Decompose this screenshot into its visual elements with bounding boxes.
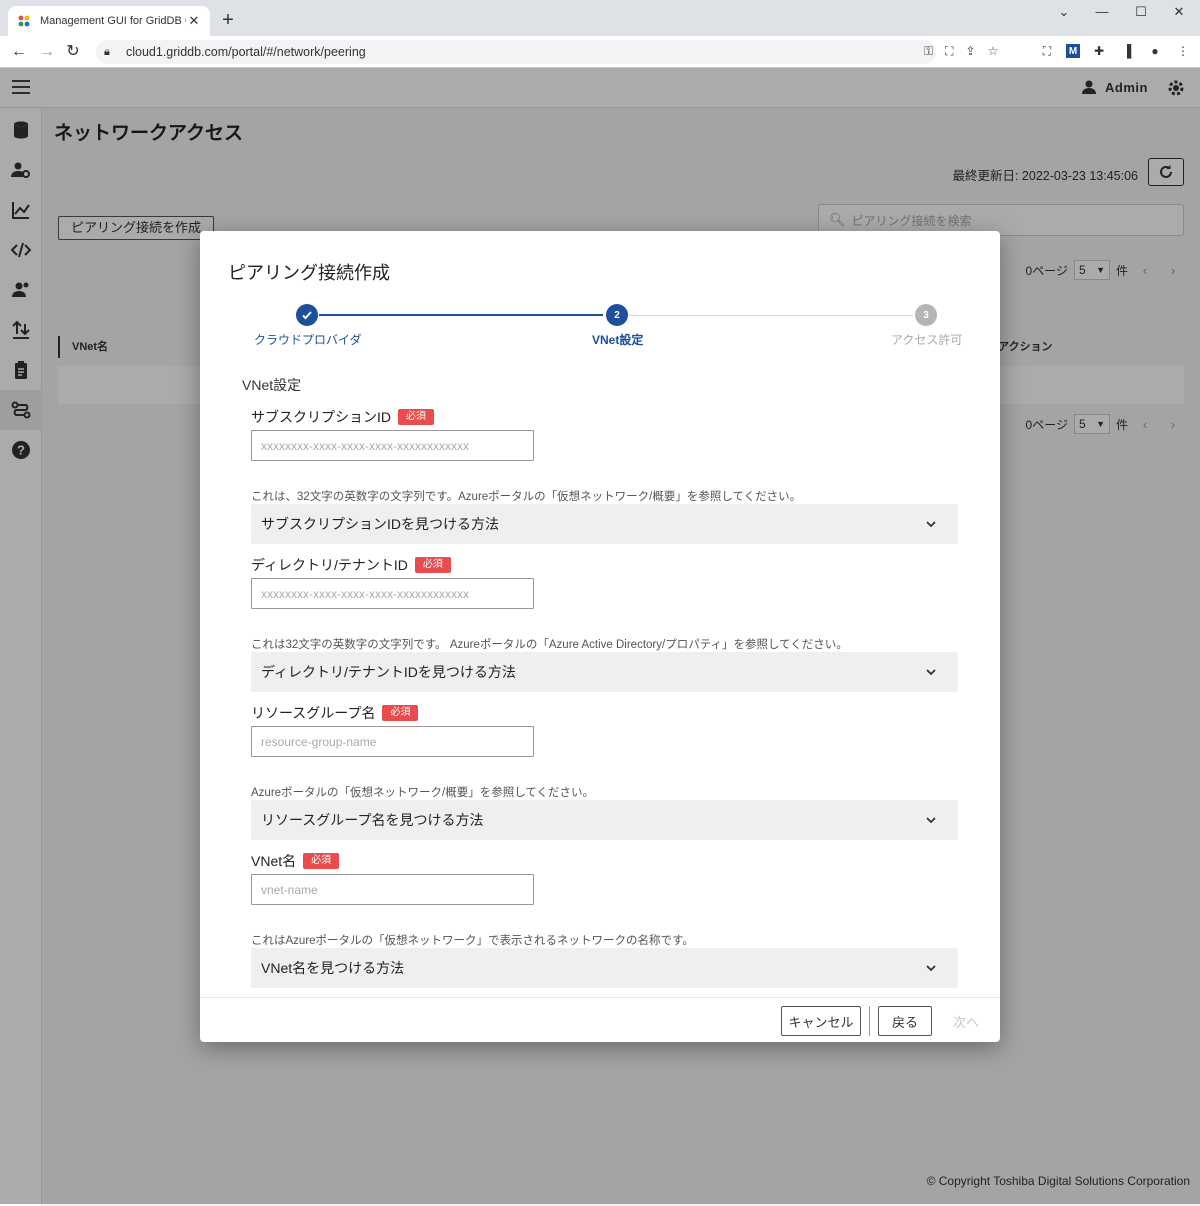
required-badge: 必須 [398, 409, 434, 425]
step-2-label: VNet設定 [592, 333, 644, 347]
button-divider [869, 1006, 870, 1036]
find-vnet-name-accordion[interactable]: VNet名を見つける方法 [251, 948, 958, 988]
browser-menu-icon[interactable]: ⋮ [1174, 42, 1192, 60]
dialog-body: VNet設定 サブスクリプションID必須 これは、32文字の英数字の文字列です。… [200, 371, 1000, 997]
next-button[interactable]: 次へ [945, 1006, 987, 1036]
resource-group-input[interactable] [251, 726, 534, 757]
step-3-label: アクセス許可 [891, 333, 963, 347]
step-connector-done [319, 314, 603, 316]
browser-tab-title: Management GUI for GridDB Clo [40, 15, 186, 27]
browser-toolbar: ← → ↻ 🔒︎ cloud1.griddb.com/portal/#/netw… [0, 36, 1200, 68]
forward-arrow-icon[interactable]: → [36, 41, 58, 63]
subscription-id-label: サブスクリプションID 必須 [251, 407, 434, 427]
extensions-puzzle-icon[interactable]: ✚ [1090, 42, 1108, 60]
find-subscription-id-accordion[interactable]: サブスクリプションIDを見つける方法 [251, 504, 958, 544]
section-title: VNet設定 [242, 377, 302, 393]
key-icon[interactable]: ⚿ [924, 44, 933, 59]
dialog-title: ピアリング接続作成 [228, 263, 390, 283]
back-button[interactable]: 戻る [878, 1006, 932, 1036]
resource-group-hint: Azureポータルの「仮想ネットワーク/概要」を参照してください。 [251, 787, 595, 799]
share-icon[interactable]: ⇪ [966, 44, 976, 59]
step-3-circle: 3 [915, 304, 937, 326]
browser-tab-strip: Management GUI for GridDB Clo ✕ + ⌄ — ☐ … [0, 0, 1200, 36]
chevron-down-icon [926, 817, 936, 824]
accordion-title: VNet名を見つける方法 [261, 960, 405, 976]
subscription-id-hint: これは、32文字の英数字の文字列です。Azureポータルの「仮想ネットワーク/概… [251, 491, 802, 503]
maximize-button[interactable]: ☐ [1127, 4, 1155, 24]
accordion-title: リソースグループ名を見つける方法 [261, 812, 484, 828]
vnet-name-label: VNet名 必須 [251, 851, 340, 871]
screenshot-extension-icon[interactable]: ⛶ [1038, 42, 1056, 60]
back-arrow-icon[interactable]: ← [8, 41, 30, 63]
step-1-label: クラウドプロバイダ [254, 333, 362, 347]
tenant-id-label: ディレクトリ/テナントID 必須 [251, 555, 451, 575]
url-text: cloud1.griddb.com/portal/#/network/peeri… [126, 45, 366, 59]
required-badge: 必須 [382, 705, 419, 721]
required-badge: 必須 [303, 853, 340, 869]
vnet-name-input[interactable] [251, 874, 534, 905]
browser-tab[interactable]: Management GUI for GridDB Clo ✕ [8, 6, 210, 36]
profile-icon[interactable]: ● [1146, 42, 1164, 60]
griddb-favicon-icon [16, 13, 32, 29]
minimize-button[interactable]: — [1088, 4, 1116, 24]
step-1-check-icon [296, 304, 318, 326]
resource-group-label: リソースグループ名 必須 [251, 703, 419, 723]
accordion-title: ディレクトリ/テナントIDを見つける方法 [261, 664, 516, 680]
lock-icon: 🔒︎ [104, 45, 110, 58]
address-bar[interactable]: 🔒︎ cloud1.griddb.com/portal/#/network/pe… [96, 40, 936, 64]
find-resource-group-accordion[interactable]: リソースグループ名を見つける方法 [251, 800, 958, 840]
close-window-button[interactable]: ✕ [1165, 4, 1193, 24]
chevron-down-icon [926, 521, 936, 528]
stepper: クラウドプロバイダ 2 VNet設定 3 アクセス許可 [200, 301, 1000, 351]
accordion-title: サブスクリプションIDを見つける方法 [261, 516, 499, 532]
dialog-actions: キャンセル 戻る 次へ [200, 997, 1000, 1042]
tab-search-icon[interactable]: ⌄ [1050, 4, 1078, 24]
bookmark-star-icon[interactable]: ☆ [988, 44, 999, 59]
chevron-down-icon [926, 965, 936, 972]
find-tenant-id-accordion[interactable]: ディレクトリ/テナントIDを見つける方法 [251, 652, 958, 692]
reload-icon[interactable]: ↻ [62, 41, 84, 63]
close-tab-icon[interactable]: ✕ [186, 13, 202, 29]
vnet-name-hint: これはAzureポータルの「仮想ネットワーク」で表示されるネットワークの名称です… [251, 935, 694, 947]
subscription-id-input[interactable] [251, 430, 534, 461]
step-connector-pending [629, 315, 913, 316]
extension-m-icon[interactable]: M [1066, 44, 1080, 58]
tenant-id-input[interactable] [251, 578, 534, 609]
new-tab-button[interactable]: + [218, 10, 238, 30]
step-2-circle: 2 [606, 304, 628, 326]
translate-icon[interactable]: ⛶ [945, 44, 953, 59]
side-panel-icon[interactable]: ▐ [1118, 42, 1136, 60]
tenant-id-hint: これは32文字の英数字の文字列です。 Azureポータルの「Azure Acti… [251, 639, 848, 651]
create-peering-dialog: ピアリング接続作成 クラウドプロバイダ 2 VNet設定 3 アクセス許可 VN… [200, 231, 1000, 1042]
chevron-down-icon [926, 669, 936, 676]
required-badge: 必須 [414, 557, 451, 573]
cancel-button[interactable]: キャンセル [781, 1006, 861, 1036]
